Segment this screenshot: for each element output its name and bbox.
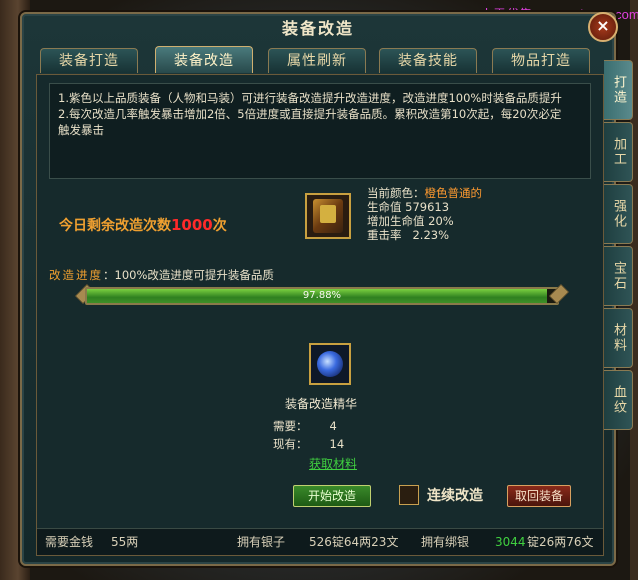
remaining-count: 1000: [171, 216, 213, 234]
tab-attribute-refresh[interactable]: 属性刷新: [268, 48, 366, 73]
currency-footer: 需要金钱 55两 拥有银子 526锭64两23文 拥有绑银 3044 锭26两7…: [37, 528, 603, 555]
hp-label: 生命值: [367, 200, 402, 214]
retrieve-equipment-button[interactable]: 取回装备: [507, 485, 571, 507]
need-label: 需要：: [273, 419, 308, 433]
material-name: 装备改造精华: [285, 397, 358, 411]
progress-value: 97.88%: [302, 290, 342, 301]
close-button[interactable]: ×: [588, 12, 618, 42]
hp-bonus-value: 20%: [428, 214, 454, 228]
bound-silver-label: 拥有绑银: [421, 535, 470, 549]
equipment-slot[interactable]: [305, 193, 351, 239]
hp-value: 579613: [405, 200, 450, 214]
bound-silver-value-highlight: 3044: [495, 535, 526, 549]
essence-orb-icon: [317, 351, 343, 377]
material-requirements: 需要： 4 现有： 14: [273, 417, 344, 453]
remaining-prefix: 今日剩余改造次数: [59, 218, 171, 234]
modify-panel: 1.紫色以上品质装备（人物和马装）可进行装备改造提升改造进度，改造进度100%时…: [36, 74, 604, 556]
silver-label: 拥有银子: [237, 535, 286, 549]
window-title: 装备改造: [281, 19, 354, 38]
side-tab-forge[interactable]: 打造: [604, 60, 633, 120]
bound-silver-value-rest: 锭26两76文: [527, 535, 594, 549]
color-value: 橙色普通的: [424, 186, 483, 200]
continuous-modify-label: 连续改造: [427, 488, 483, 504]
need-value: 4: [329, 419, 337, 433]
side-tab-blood-pattern[interactable]: 血纹: [604, 370, 633, 430]
progress-label: 改造进度：100%改造进度可提升装备品质: [49, 267, 274, 283]
progress-hint: ：100%改造进度可提升装备品质: [103, 268, 274, 282]
side-tab-gem[interactable]: 宝石: [604, 246, 633, 306]
have-value: 14: [329, 437, 345, 451]
gold-value: 55两: [111, 535, 139, 549]
equipment-info: 当前颜色：橙色普通的 生命值 579613 增加生命值 20% 重击率 2.23…: [367, 186, 482, 242]
description-line-2: 2.每次改造几率触发暴击增加2倍、5倍进度或直接提升装备品质。累积改造第10次起…: [58, 107, 562, 121]
have-label: 现有：: [273, 437, 308, 451]
tab-item-forge[interactable]: 物品打造: [492, 48, 590, 73]
material-slot[interactable]: [309, 343, 351, 385]
description-line-1: 1.紫色以上品质装备（人物和马装）可进行装备改造提升改造进度，改造进度100%时…: [58, 91, 562, 105]
crit-value: 2.23%: [412, 228, 450, 242]
remaining-count-text: 今日剩余改造次数1000次: [59, 215, 227, 235]
tab-equipment-modify[interactable]: 装备改造: [155, 46, 253, 73]
equipment-modify-window: 装备改造 × 装备打造 装备改造 属性刷新 装备技能 物品打造 1.紫色以上品质…: [20, 12, 618, 566]
side-tab-material[interactable]: 材料: [604, 308, 633, 368]
progress-bar: 97.88%: [85, 287, 559, 305]
armor-icon-detail: [320, 205, 336, 223]
side-tab-enhance[interactable]: 强化: [604, 184, 633, 244]
continuous-modify-checkbox[interactable]: [399, 485, 419, 505]
get-material-link[interactable]: 获取材料: [309, 455, 357, 472]
tab-equipment-forge[interactable]: 装备打造: [40, 48, 138, 73]
color-label: 当前颜色：: [367, 186, 425, 200]
hp-bonus-label: 增加生命值: [367, 214, 425, 228]
side-tab-process[interactable]: 加工: [604, 122, 633, 182]
tab-equipment-skill[interactable]: 装备技能: [379, 48, 477, 73]
progress-title: 改造进度: [49, 268, 103, 282]
gold-label: 需要金钱: [45, 535, 94, 549]
description-box: 1.紫色以上品质装备（人物和马装）可进行装备改造提升改造进度，改造进度100%时…: [49, 83, 591, 179]
description-line-3: 触发暴击: [58, 123, 104, 137]
start-modify-button[interactable]: 开始改造: [293, 485, 371, 507]
remaining-suffix: 次: [212, 218, 227, 234]
crit-label: 重击率: [367, 228, 402, 242]
silver-value: 526锭64两23文: [309, 535, 399, 549]
